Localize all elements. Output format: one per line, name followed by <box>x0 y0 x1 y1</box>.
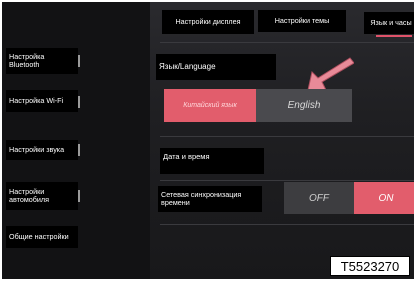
tab-display-settings[interactable]: Настройки дисплея <box>162 10 254 34</box>
figure-code: T5523270 <box>330 256 410 276</box>
tab-language-clock[interactable]: Язык и часы <box>364 12 414 34</box>
network-sync-label: Сетевая синхронизация времени <box>158 186 262 212</box>
divider <box>160 136 414 137</box>
sidebar-item-label: Общие настройки <box>9 231 69 241</box>
settings-screen: Настройка Bluetooth Настройка Wi-Fi Наст… <box>0 0 416 281</box>
sidebar: Настройка Bluetooth Настройка Wi-Fi Наст… <box>2 2 150 279</box>
sidebar-divider <box>78 55 80 67</box>
divider <box>160 180 414 181</box>
tab-label: Настройки темы <box>274 15 330 25</box>
arrow-icon <box>307 57 354 91</box>
tab-label: Язык и часы <box>370 17 412 27</box>
language-section-title: Язык/Language <box>156 54 276 80</box>
sidebar-item-label: Настройка Wi-Fi <box>9 95 64 105</box>
language-option-english[interactable]: English <box>256 89 352 122</box>
off-label: OFF <box>309 192 329 204</box>
network-sync-text: Сетевая синхронизация времени <box>161 189 242 207</box>
sidebar-divider <box>78 190 80 202</box>
tab-label: Настройки дисплея <box>175 16 241 26</box>
language-option-chinese[interactable]: Китайский язык <box>164 89 256 122</box>
option-label: English <box>287 100 321 111</box>
network-sync-off-button[interactable]: OFF <box>284 182 354 214</box>
main-panel <box>150 2 414 279</box>
sidebar-item-label: Настройка Bluetooth <box>9 51 45 69</box>
sidebar-item-label: Настройки автомобиля <box>9 186 50 204</box>
language-title-text: Язык/Language <box>159 61 216 71</box>
sidebar-item-label: Настройки звука <box>9 144 65 154</box>
network-sync-on-button[interactable]: ON <box>354 182 414 214</box>
divider <box>160 224 414 225</box>
option-label: Китайский язык <box>183 101 237 109</box>
divider <box>160 42 414 43</box>
sidebar-item-vehicle[interactable]: Настройки автомобиля <box>6 182 78 210</box>
sidebar-item-general[interactable]: Общие настройки <box>6 226 78 248</box>
on-label: ON <box>378 192 394 204</box>
sidebar-item-sound[interactable]: Настройки звука <box>6 140 78 160</box>
tab-theme-settings[interactable]: Настройки темы <box>258 10 346 32</box>
sidebar-item-bluetooth[interactable]: Настройка Bluetooth <box>6 48 78 74</box>
sidebar-divider <box>78 96 80 108</box>
sidebar-divider <box>78 144 80 156</box>
datetime-title-text: Дата и время <box>163 152 210 161</box>
figure-code-text: T5523270 <box>340 258 400 274</box>
active-tab-indicator <box>376 35 412 37</box>
datetime-section-title[interactable]: Дата и время <box>160 148 264 174</box>
sidebar-item-wifi[interactable]: Настройка Wi-Fi <box>6 90 78 112</box>
